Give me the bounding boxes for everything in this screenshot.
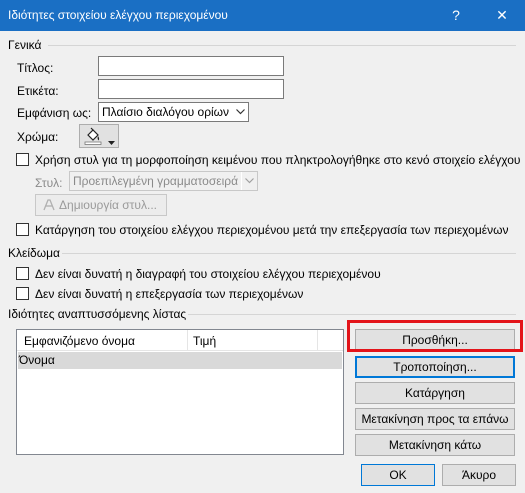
paint-bucket-icon [84,127,102,148]
content-control-properties-dialog: Ιδιότητες στοιχείου ελέγχου περιεχομένου… [0,0,525,493]
column-header-display-name[interactable]: Εμφανιζόμενο όνομα [24,334,135,348]
tag-label: Ετικέτα: [17,84,59,98]
modify-button[interactable]: Τροποποίηση... [355,356,515,378]
help-button[interactable]: ? [433,0,479,31]
move-up-button[interactable]: Μετακίνηση προς τα επάνω [355,408,515,430]
no-delete-label: Δεν είναι δυνατή η διαγραφή του στοιχείο… [35,267,381,281]
ok-button[interactable]: OK [361,464,435,486]
highlight-box [347,320,523,352]
column-divider[interactable] [187,330,188,350]
chevron-down-icon [241,172,257,190]
use-style-label: Χρήση στυλ για τη μορφοποίηση κειμένου π… [35,153,521,167]
locking-heading: Κλείδωμα [8,246,60,260]
general-divider [48,45,516,46]
list-header: Εμφανιζόμενο όνομα Τιμή [17,330,343,351]
column-header-value[interactable]: Τιμή [193,334,216,348]
color-picker-button[interactable] [79,124,119,148]
close-button[interactable]: ✕ [479,0,525,31]
show-as-value: Πλαίσιο διαλόγου ορίων [102,105,230,119]
remove-after-edit-label: Κατάργηση του στοιχείου ελέγχου περιεχομ… [35,223,509,237]
title-input[interactable] [98,56,284,76]
show-as-label: Εμφάνιση ως: [17,106,92,120]
window-title: Ιδιότητες στοιχείου ελέγχου περιεχομένου [8,8,228,22]
show-as-dropdown[interactable]: Πλαίσιο διαλόγου ορίων [98,102,249,122]
tag-input[interactable] [98,79,284,99]
style-value: Προεπιλεγμένη γραμματοσειρά [73,174,239,188]
title-bar: Ιδιότητες στοιχείου ελέγχου περιεχομένου… [0,0,525,31]
caret-down-icon [108,134,115,148]
style-label: Στυλ: [35,176,63,190]
color-label: Χρώμα: [17,130,59,144]
title-label: Τίτλος: [17,61,54,75]
cancel-button[interactable]: Άκυρο [442,464,516,486]
chevron-down-icon [232,103,248,121]
column-divider[interactable] [317,330,318,350]
remove-after-edit-checkbox[interactable] [16,223,29,236]
no-edit-checkbox[interactable] [16,287,29,300]
dropdown-items-list[interactable]: Εμφανιζόμενο όνομα Τιμή Όνομα [16,329,344,455]
style-icon [42,198,56,218]
style-dropdown[interactable]: Προεπιλεγμένη γραμματοσειρά [69,171,258,191]
list-item[interactable]: Όνομα [18,352,342,369]
dropdown-props-heading: Ιδιότητες αναπτυσσόμενης λίστας [8,307,187,321]
use-style-checkbox[interactable] [16,153,29,166]
move-down-button[interactable]: Μετακίνηση κάτω [355,434,515,456]
no-delete-checkbox[interactable] [16,267,29,280]
general-heading: Γενικά [8,38,42,52]
list-item-display-name: Όνομα [19,353,55,367]
new-style-label: Δημιουργία στυλ... [59,198,157,212]
new-style-button[interactable]: Δημιουργία στυλ... [35,194,167,216]
no-edit-label: Δεν είναι δυνατή η επεξεργασία των περιε… [35,287,304,301]
locking-divider [62,253,516,254]
remove-button[interactable]: Κατάργηση [355,382,515,404]
dropdown-props-divider [188,314,516,315]
